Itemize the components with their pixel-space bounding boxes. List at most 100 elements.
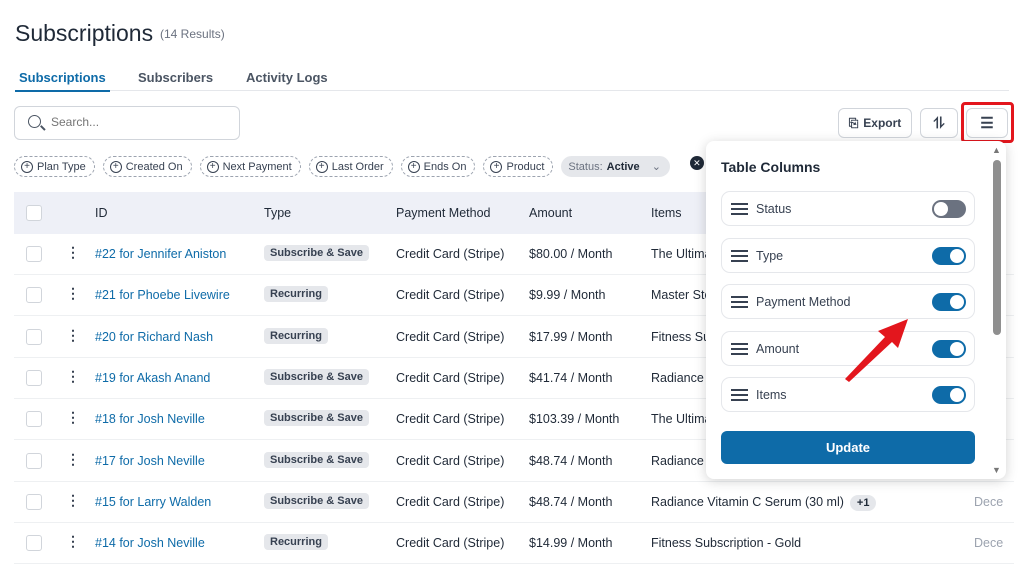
row-checkbox[interactable]	[26, 535, 42, 552]
plus-circle-icon: +	[21, 160, 33, 173]
drag-handle-icon[interactable]	[731, 249, 748, 262]
row-checkbox[interactable]	[26, 452, 42, 469]
sort-icon: ⥮	[933, 114, 945, 132]
filter-chip[interactable]: + Product	[483, 156, 554, 177]
amount: $17.99 / Month	[529, 329, 613, 344]
items: Fitness Sul	[651, 329, 713, 344]
subscription-link[interactable]: #17 for Josh Neville	[95, 454, 205, 468]
highlight-box	[961, 102, 1014, 143]
search-input[interactable]	[51, 115, 231, 129]
row-actions-icon[interactable]: ⋮	[66, 285, 80, 302]
row-checkbox[interactable]	[26, 287, 42, 304]
row-checkbox[interactable]	[26, 246, 42, 262]
row-actions-icon[interactable]: ⋮	[66, 533, 80, 550]
plus-circle-icon: +	[490, 160, 503, 173]
plus-circle-icon: +	[206, 160, 219, 173]
payment-method: Credit Card (Stripe)	[396, 412, 505, 427]
page-title: Subscriptions	[15, 20, 154, 46]
column-toggle[interactable]	[932, 246, 966, 265]
row-checkbox[interactable]	[26, 328, 42, 345]
header-id[interactable]: ID	[95, 206, 108, 220]
scroll-up-icon[interactable]: ▲	[992, 145, 1001, 155]
chevron-down-icon: ⌄	[651, 161, 661, 173]
filter-chip[interactable]: + Created On	[102, 156, 192, 177]
items: The Ultima	[651, 412, 712, 427]
filter-chip[interactable]: + Last Order	[308, 156, 393, 177]
row-checkbox[interactable]	[26, 411, 42, 428]
row-actions-icon[interactable]: ⋮	[66, 244, 80, 261]
header-payment-method[interactable]: Payment Method	[396, 206, 491, 220]
tab-activity-logs[interactable]: Activity Logs	[242, 70, 332, 90]
payment-method: Credit Card (Stripe)	[396, 536, 505, 551]
subscription-link[interactable]: #22 for Jennifer Aniston	[95, 247, 226, 261]
update-button[interactable]: Update	[721, 431, 975, 464]
payment-method: Credit Card (Stripe)	[396, 453, 505, 468]
type-badge: Recurring	[264, 327, 328, 344]
type-badge: Subscribe & Save	[264, 451, 369, 468]
tab-subscriptions[interactable]: Subscriptions	[15, 70, 110, 92]
filter-chip[interactable]: + Next Payment	[199, 156, 301, 177]
subscription-link[interactable]: #18 for Josh Neville	[95, 412, 205, 426]
tab-subscribers[interactable]: Subscribers	[134, 70, 217, 90]
row-actions-icon[interactable]: ⋮	[66, 451, 80, 468]
type-badge: Subscribe & Save	[264, 368, 369, 385]
column-toggle[interactable]	[932, 293, 966, 311]
payment-method: Credit Card (Stripe)	[396, 247, 505, 261]
plus-circle-icon: +	[407, 160, 420, 173]
date: Dece	[974, 494, 1004, 509]
row-actions-icon[interactable]: ⋮	[66, 409, 80, 426]
subscription-link[interactable]: #19 for Akash Anand	[95, 371, 210, 385]
amount: $48.74 / Month	[529, 494, 613, 509]
filter-chip[interactable]: + Plan Type	[14, 156, 95, 177]
amount: $48.74 / Month	[529, 453, 613, 468]
search-box[interactable]	[14, 106, 240, 140]
select-all-checkbox[interactable]	[26, 205, 42, 221]
date: Dece	[974, 536, 1004, 551]
subscription-link[interactable]: #20 for Richard Nash	[95, 330, 213, 344]
sort-button[interactable]: ⥮	[920, 108, 958, 138]
type-badge: Subscribe & Save	[264, 492, 369, 509]
tabs: Subscriptions Subscribers Activity Logs	[15, 70, 1009, 92]
payment-method: Credit Card (Stripe)	[396, 329, 505, 344]
column-toggle[interactable]	[932, 339, 966, 358]
more-items-badge: +1	[849, 494, 877, 511]
subscription-link[interactable]: #15 for Larry Walden	[95, 495, 211, 509]
header-type[interactable]: Type	[264, 206, 291, 220]
drag-handle-icon[interactable]	[731, 389, 748, 401]
scroll-down-icon[interactable]: ▼	[992, 465, 1001, 475]
results-count: (14 Results)	[160, 27, 225, 41]
drag-handle-icon[interactable]	[731, 203, 748, 215]
drag-handle-icon[interactable]	[731, 342, 748, 355]
column-item[interactable]: Type	[721, 237, 975, 273]
column-item[interactable]: Status	[721, 191, 975, 226]
column-toggle[interactable]	[932, 200, 966, 218]
table-row[interactable]: ⋮ #14 for Josh Neville Recurring Credit …	[14, 523, 1014, 564]
type-badge: Recurring	[264, 534, 328, 551]
filter-chip[interactable]: + Ends On	[400, 156, 476, 177]
row-checkbox[interactable]	[26, 369, 42, 386]
drag-handle-icon[interactable]	[731, 296, 748, 308]
row-actions-icon[interactable]: ⋮	[66, 368, 80, 385]
row-actions-icon[interactable]: ⋮	[66, 492, 80, 509]
row-actions-icon[interactable]: ⋮	[66, 327, 80, 344]
row-checkbox[interactable]	[26, 493, 42, 510]
items: Master Sto	[651, 288, 712, 303]
column-item[interactable]: Payment Method	[721, 284, 975, 319]
table-row[interactable]: ⋮ #15 for Larry Walden Subscribe & Save …	[14, 482, 1014, 523]
export-button[interactable]: ⎘ Export	[838, 108, 912, 138]
header-amount[interactable]: Amount	[529, 206, 572, 220]
scrollbar[interactable]	[993, 160, 1001, 335]
column-toggle[interactable]	[932, 386, 966, 404]
clear-filter-icon[interactable]: ✕	[689, 156, 704, 170]
export-icon: ⎘	[848, 115, 859, 130]
status-filter-chip[interactable]: Status: Active ⌄	[561, 156, 670, 177]
items: Radiance Vitamin C Serum (30 ml) +1	[651, 494, 877, 511]
payment-method: Credit Card (Stripe)	[396, 370, 505, 385]
amount: $14.99 / Month	[529, 536, 613, 551]
type-badge: Subscribe & Save	[264, 410, 369, 427]
plus-circle-icon: +	[109, 160, 122, 173]
subscription-link[interactable]: #21 for Phoebe Livewire	[95, 288, 230, 302]
header-items[interactable]: Items	[651, 206, 682, 220]
subscription-link[interactable]: #14 for Josh Neville	[95, 536, 205, 550]
amount: $41.74 / Month	[529, 370, 613, 385]
